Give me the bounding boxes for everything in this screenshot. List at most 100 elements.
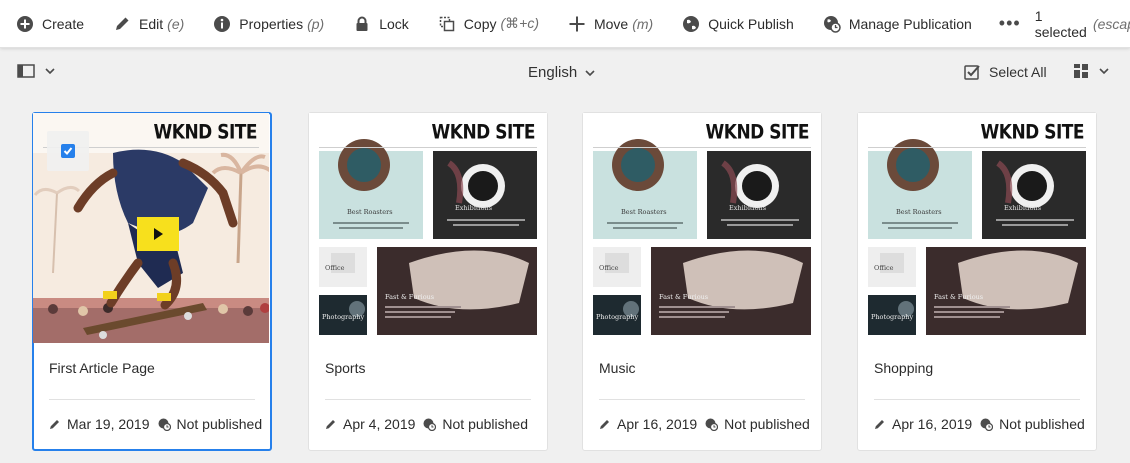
page-card-sports[interactable]: Best Roasters Exhibitions Office Fast & …: [308, 112, 548, 451]
thumb-fast-text: Fast & Furious: [659, 293, 708, 301]
pencil-icon: [50, 420, 59, 429]
thumb-exhibitions-text: Exhibitions: [455, 204, 492, 212]
thumb-exhibitions-text: Exhibitions: [1004, 204, 1041, 212]
pencil-icon: [875, 420, 884, 429]
card-divider: [874, 399, 1080, 400]
card-thumbnail: WKND SITE: [33, 113, 269, 343]
chevron-down-icon: [45, 68, 55, 75]
view-switcher[interactable]: [1073, 63, 1109, 79]
pencil-icon: [600, 420, 609, 429]
chevron-down-icon: [1099, 68, 1109, 75]
move-shortcut: (m): [632, 15, 654, 32]
edit-button[interactable]: Edit (e): [97, 0, 197, 48]
create-button[interactable]: Create: [0, 0, 97, 48]
page-card-first-article[interactable]: WKND SITE First Article Page Mar 19, 201…: [32, 112, 272, 451]
card-modified-date: Mar 19, 2019: [67, 416, 150, 432]
card-title: Music: [599, 360, 636, 376]
card-publish-status: Not published: [176, 416, 263, 432]
copy-shortcut: (⌘+c): [500, 15, 539, 31]
card-modified-date: Apr 16, 2019: [892, 416, 973, 432]
site-logo-text: WKND SITE: [431, 121, 536, 144]
globe-clock-icon: [705, 418, 719, 431]
card-meta: Apr 16, 2019 Not published: [599, 416, 810, 432]
card-publish-status: Not published: [999, 416, 1085, 432]
card-publish-status: Not published: [442, 416, 529, 432]
checkmark-icon: [61, 144, 75, 158]
selection-info: 1 selected (escape): [1035, 8, 1130, 40]
select-all-button[interactable]: Select All: [964, 63, 1047, 80]
properties-shortcut: (p): [307, 15, 325, 32]
thumb-roasters-text: Best Roasters: [347, 208, 393, 216]
thumb-roasters-text: Best Roasters: [896, 208, 942, 216]
globe-clock-icon: [423, 418, 437, 431]
pencil-icon: [326, 420, 335, 429]
card-meta: Apr 16, 2019 Not published: [874, 416, 1085, 432]
globe-clock-icon: [158, 418, 171, 431]
properties-button[interactable]: Properties (p): [197, 0, 337, 48]
card-title: Sports: [325, 360, 366, 376]
card-checkbox[interactable]: [47, 131, 89, 171]
thumb-office-text: Office: [325, 264, 345, 272]
pencil-icon: [113, 15, 131, 33]
rail-icon: [17, 64, 35, 78]
thumb-fast-text: Fast & Furious: [385, 293, 434, 301]
globe-clock-icon: [980, 418, 994, 431]
site-header-divider: [319, 147, 537, 148]
card-meta: Mar 19, 2019 Not published: [49, 416, 262, 432]
card-thumbnail: Best Roasters Exhibitions Office Fast & …: [583, 113, 821, 343]
thumb-office-text: Office: [874, 264, 894, 272]
site-logo-text: WKND SITE: [705, 121, 810, 144]
copy-label: Copy: [463, 15, 497, 32]
thumb-photography-text: Photography: [322, 313, 364, 321]
thumb-exhibitions-text: Exhibitions: [729, 204, 766, 212]
lock-label: Lock: [379, 15, 409, 32]
page-card-shopping[interactable]: Best Roasters Exhibitions Office Fast & …: [857, 112, 1097, 451]
card-thumbnail: Best Roasters Exhibitions Office Fast & …: [309, 113, 547, 343]
move-button[interactable]: Move (m): [552, 0, 666, 48]
site-header-divider: [593, 147, 811, 148]
thumb-photography-text: Photography: [871, 313, 913, 321]
site-logo-text: WKND SITE: [980, 121, 1085, 144]
page-card-music[interactable]: Best Roasters Exhibitions Office Fast & …: [582, 112, 822, 451]
action-bar: Create Edit (e) Properties (p) Lock Copy…: [0, 0, 1130, 48]
info-icon: [213, 15, 231, 33]
card-title: Shopping: [874, 360, 934, 376]
move-icon: [568, 15, 586, 33]
card-modified-date: Apr 16, 2019: [617, 416, 698, 432]
copy-button[interactable]: Copy (⌘+c): [422, 0, 552, 48]
thumb-roasters-text: Best Roasters: [621, 208, 667, 216]
create-label: Create: [42, 15, 85, 32]
escape-hint: (escape): [1092, 15, 1130, 32]
manage-publication-label: Manage Publication: [848, 15, 972, 32]
card-thumbnail: Best Roasters Exhibitions Office Fast & …: [858, 113, 1096, 343]
card-publish-status: Not published: [724, 416, 810, 432]
select-all-icon: [964, 65, 980, 80]
language-label: English: [528, 64, 578, 81]
card-title: First Article Page: [49, 360, 155, 376]
plus-circle-icon: [16, 15, 34, 33]
lock-button[interactable]: Lock: [337, 0, 422, 48]
move-label: Move: [593, 15, 629, 32]
more-actions-button[interactable]: •••: [985, 13, 1035, 34]
card-divider: [49, 399, 255, 400]
site-logo-text: WKND SITE: [153, 121, 258, 144]
card-divider: [599, 399, 805, 400]
edit-shortcut: (e): [167, 15, 185, 32]
sub-toolbar: English Select All: [0, 48, 1130, 96]
globe-icon: [682, 15, 700, 33]
card-modified-date: Apr 4, 2019: [343, 416, 416, 432]
copy-icon: [438, 15, 456, 33]
select-all-label: Select All: [989, 63, 1047, 80]
card-divider: [325, 399, 531, 400]
manage-publication-button[interactable]: Manage Publication: [807, 0, 985, 48]
site-header-divider: [868, 147, 1086, 148]
quick-publish-button[interactable]: Quick Publish: [666, 0, 807, 48]
language-picker[interactable]: English: [528, 64, 595, 81]
thumb-office-text: Office: [599, 264, 619, 272]
edit-label: Edit: [139, 15, 164, 32]
selection-count: 1 selected: [1034, 7, 1087, 40]
card-meta: Apr 4, 2019 Not published: [325, 416, 528, 432]
card-view-icon: [1074, 64, 1088, 78]
rail-toggle-button[interactable]: [17, 63, 55, 79]
quick-publish-label: Quick Publish: [708, 15, 794, 32]
